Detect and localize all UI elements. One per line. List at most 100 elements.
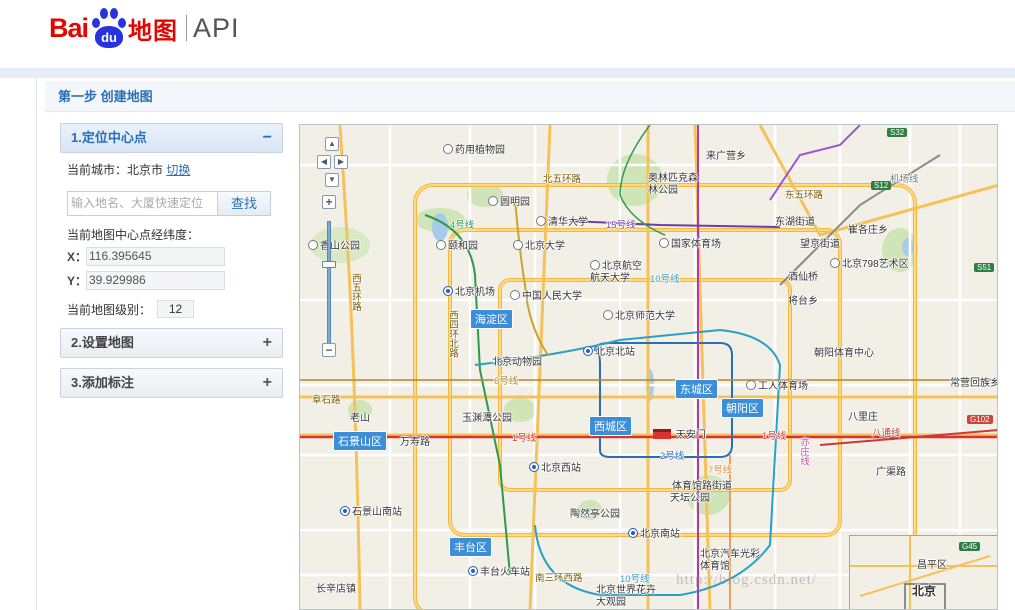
road-label: 西五环路	[350, 273, 361, 311]
zoom-out-button[interactable]: −	[322, 343, 336, 357]
current-city-label: 当前城市：北京市	[67, 163, 164, 177]
road-label: 南三环西路	[535, 573, 583, 584]
section-add-marker-header[interactable]: 3.添加标注 +	[60, 368, 283, 398]
area-label: 长辛店镇	[316, 584, 356, 595]
zoom-slider-handle[interactable]	[322, 261, 336, 268]
poi-label[interactable]: 北京798艺术区	[830, 255, 909, 270]
station-label[interactable]: 北京南站	[628, 525, 680, 540]
expand-icon[interactable]: +	[263, 369, 272, 397]
logo-text-api: API	[193, 12, 240, 43]
station-icon	[583, 346, 593, 356]
area-label: 崔各庄乡	[848, 225, 888, 236]
metro-line-label: 10号线	[650, 274, 680, 285]
road-label: 北五环路	[543, 174, 582, 185]
poi-label[interactable]: 颐和园	[436, 237, 478, 252]
metro-line-label: 15号线	[606, 220, 636, 231]
section-add-marker-label: 3.添加标注	[71, 375, 134, 390]
poi-label[interactable]: 北京汽车光彩体育馆	[700, 549, 765, 573]
poi-icon	[436, 240, 446, 250]
road-label: 东五环路	[785, 190, 824, 201]
station-label[interactable]: 石景山南站	[340, 503, 402, 518]
district-label-haidian[interactable]: 海淀区	[470, 309, 513, 329]
poi-label[interactable]: 朝阳体育中心	[814, 344, 874, 359]
poi-label[interactable]: 中国人民大学	[510, 287, 582, 302]
switch-city-link[interactable]: 切换	[166, 163, 190, 177]
logo-divider	[186, 15, 188, 41]
paw-icon: du	[89, 6, 127, 50]
tiananmen-marker[interactable]: 天安门	[653, 426, 706, 441]
area-label: 望京街道	[800, 239, 840, 250]
pan-left-button[interactable]: ◀	[317, 155, 331, 169]
metro-line-label: 1号线	[512, 433, 537, 444]
landmark-icon	[653, 429, 671, 439]
zoom-level-label: 当前地图级别：	[67, 302, 152, 317]
poi-icon	[510, 290, 520, 300]
district-label-xicheng[interactable]: 西城区	[589, 416, 632, 436]
poi-label[interactable]: 北京师范大学	[603, 307, 675, 322]
overview-city-label: 北京	[912, 584, 937, 598]
poi-label[interactable]: 玉渊潭公园	[462, 409, 512, 424]
poi-icon	[536, 216, 546, 226]
section-map-settings-header[interactable]: 2.设置地图 +	[60, 328, 283, 358]
metro-line-label: 亦庄线	[798, 437, 809, 466]
pan-right-button[interactable]: ▶	[334, 155, 348, 169]
district-label-dongcheng[interactable]: 东城区	[675, 379, 718, 399]
station-label[interactable]: 北京北站	[583, 343, 635, 358]
highway-shield: G102	[967, 415, 993, 424]
baidu-map-logo[interactable]: Bai du 地图 API	[49, 6, 240, 50]
x-coord-row: X： 116.395645	[67, 247, 283, 266]
header: Bai du 地图 API	[0, 0, 1015, 68]
poi-label[interactable]: 北京航空航天大学	[590, 260, 650, 285]
sidebar: 1.定位中心点 − 当前城市：北京市 切换 输入地名、大厦快速定位 查找 当前地…	[60, 123, 283, 398]
poi-icon	[659, 238, 669, 248]
expand-icon[interactable]: +	[263, 329, 272, 357]
search-button[interactable]: 查找	[218, 191, 271, 216]
poi-label[interactable]: 北京动物园	[492, 353, 542, 368]
area-label: 酒仙桥	[788, 272, 818, 283]
poi-label[interactable]: 北京大学	[513, 237, 565, 252]
section-locate-center-label: 1.定位中心点	[71, 130, 147, 145]
poi-label[interactable]: 北京机场	[443, 283, 495, 298]
district-label-shijingshan[interactable]: 石景山区	[333, 431, 387, 451]
zoom-in-button[interactable]: +	[322, 195, 336, 209]
zoom-level-row: 当前地图级别： 12	[67, 300, 283, 318]
section-map-settings-label: 2.设置地图	[71, 335, 134, 350]
poi-icon	[488, 196, 498, 206]
poi-label[interactable]: 圆明园	[488, 193, 530, 208]
map-canvas[interactable]: 海淀区 西城区 东城区 朝阳区 石景山区 丰台区 药用植物园 圆明园 清华大学 …	[299, 124, 998, 610]
station-label[interactable]: 丰台火车站	[468, 563, 530, 578]
center-coords-label: 当前地图中心点经纬度：	[67, 228, 200, 242]
station-icon	[529, 462, 539, 472]
section-locate-center-header[interactable]: 1.定位中心点 −	[60, 123, 283, 153]
highway-shield: G45	[959, 542, 981, 551]
poi-label[interactable]: 奥林匹克森林公园	[648, 173, 703, 197]
area-label: 来广营乡	[706, 151, 746, 162]
poi-label[interactable]: 北京世界花卉大观园	[596, 585, 656, 609]
x-coord-field[interactable]: 116.395645	[86, 247, 225, 266]
main-panel: 第一步 创建地图 1.定位中心点 − 当前城市：北京市 切换 输入地名、大厦快速…	[36, 78, 1015, 610]
location-search-input[interactable]: 输入地名、大厦快速定位	[67, 191, 218, 216]
metro-line-label: 4号线	[450, 220, 475, 231]
station-icon	[468, 566, 478, 576]
y-coord-field[interactable]: 39.929986	[86, 271, 225, 290]
district-label-chaoyang[interactable]: 朝阳区	[721, 398, 764, 418]
metro-line-label: 八通线	[872, 428, 901, 439]
collapse-icon[interactable]: −	[263, 124, 272, 152]
station-label[interactable]: 北京西站	[529, 459, 581, 474]
pan-up-button[interactable]: ▲	[325, 137, 339, 151]
poi-label[interactable]: 国家体育场	[659, 235, 721, 250]
poi-label[interactable]: 药用植物园	[443, 141, 505, 156]
pan-down-button[interactable]: ▼	[325, 173, 339, 187]
metro-line-label: 机场线	[890, 174, 919, 185]
zoom-slider-track[interactable]	[327, 221, 331, 349]
poi-label[interactable]: 陶然亭公园	[570, 505, 620, 520]
poi-label[interactable]: 工人体育场	[746, 377, 808, 392]
poi-icon	[603, 310, 613, 320]
y-label: Y：	[67, 274, 88, 288]
metro-line-label: 2号线	[660, 451, 685, 462]
station-icon	[340, 506, 350, 516]
poi-label[interactable]: 清华大学	[536, 213, 588, 228]
district-label-fengtai[interactable]: 丰台区	[449, 537, 492, 557]
zoom-level-field[interactable]: 12	[157, 300, 195, 318]
overview-map[interactable]: 昌平区 北京 G45	[849, 535, 997, 609]
